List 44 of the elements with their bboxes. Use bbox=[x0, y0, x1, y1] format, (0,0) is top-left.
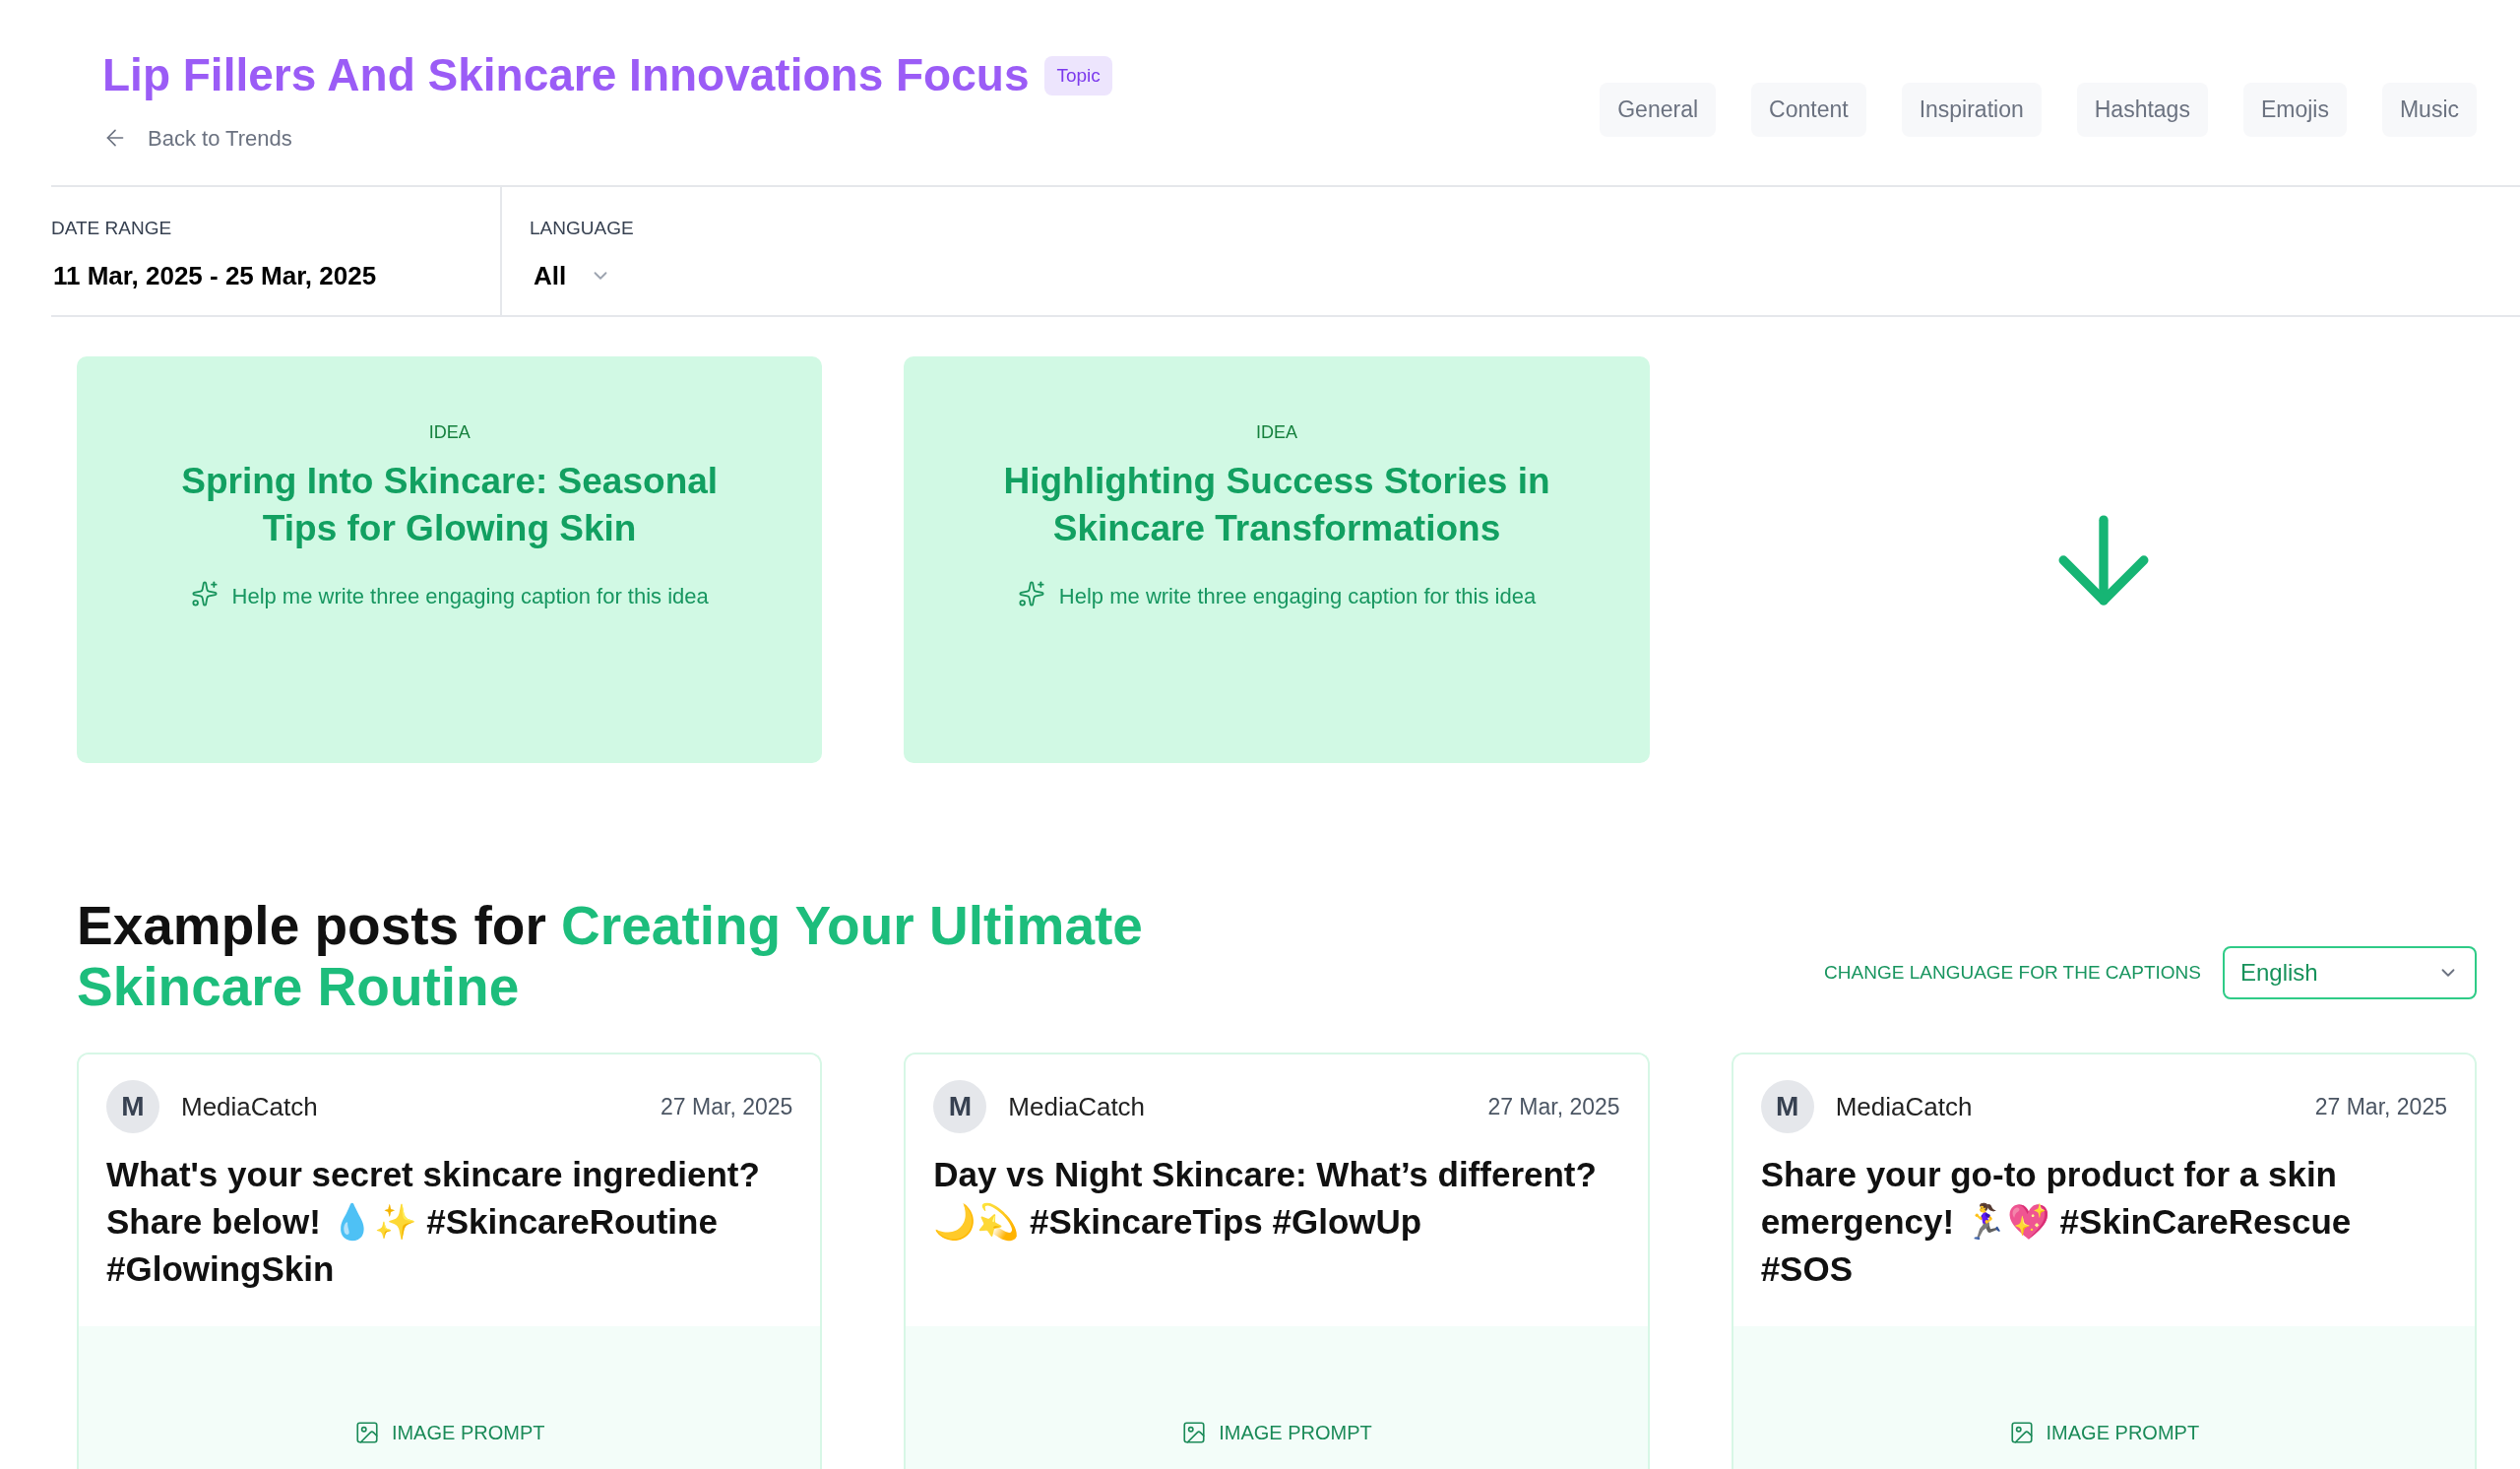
tab[interactable]: Music bbox=[2381, 83, 2477, 137]
sparkles-icon bbox=[190, 580, 219, 607]
language-dropdown[interactable]: All bbox=[530, 256, 634, 295]
section-heading: Example posts for Creating Your Ultimate Skincare Routine bbox=[77, 895, 1144, 1017]
tab[interactable]: General bbox=[1600, 83, 1717, 137]
filter-label: DATE RANGE bbox=[51, 217, 173, 240]
image-prompt-button[interactable]: IMAGE PROMPT bbox=[2008, 1418, 2200, 1447]
post-date: 27 Mar, 2025 bbox=[1487, 1092, 1620, 1121]
avatar: M bbox=[1760, 1080, 1814, 1133]
post-caption: Day vs Night Skincare: What’s different? 🌙💫 #SkincareTips #GlowUp bbox=[933, 1154, 1598, 1244]
author-name: MediaCatch bbox=[1008, 1090, 1146, 1123]
caption-prompt-link[interactable]: Help me write three engaging caption for this idea bbox=[1058, 580, 1537, 613]
image-icon bbox=[2008, 1420, 2035, 1445]
date-range-value: 11 Mar, 2025 - 25 Mar, 2025 bbox=[52, 259, 378, 292]
tab[interactable]: Inspiration bbox=[1901, 83, 2042, 137]
topic-badge: Topic bbox=[1044, 55, 1112, 96]
tab[interactable]: Emojis bbox=[2242, 83, 2347, 137]
back-link[interactable]: Back to Trends bbox=[102, 121, 1112, 155]
post-date: 27 Mar, 2025 bbox=[2314, 1092, 2447, 1121]
avatar: M bbox=[933, 1080, 987, 1133]
language-label: CHANGE LANGUAGE FOR THE CAPTIONS bbox=[1824, 960, 2201, 985]
tab[interactable]: Content bbox=[1751, 83, 1866, 137]
idea-tag: IDEA bbox=[1256, 419, 1297, 446]
idea-card[interactable]: IDEA Highlighting Success Stories in Skincare Transformations Help me write three engaging caption for this idea bbox=[904, 356, 1650, 763]
tab[interactable]: Hashtags bbox=[2076, 83, 2208, 137]
image-icon bbox=[1181, 1420, 1208, 1445]
caption-language-select[interactable]: English bbox=[2223, 946, 2477, 999]
post-date: 27 Mar, 2025 bbox=[661, 1092, 793, 1121]
avatar: M bbox=[106, 1080, 159, 1133]
post-caption: Share your go-to product for a skin emergency! 🏃‍♀💖 #SkinCareRescue #SOS bbox=[1760, 1154, 2353, 1290]
image-icon bbox=[353, 1420, 380, 1445]
author-name: MediaCatch bbox=[181, 1090, 318, 1123]
idea-title: Highlighting Success Stories in Skincare Transformations bbox=[1002, 460, 1551, 550]
idea-title: Spring Into Skincare: Seasonal Tips for Glowing Skin bbox=[180, 460, 720, 550]
post-caption: What's your secret skincare ingredient? Share below! 💧✨ #SkincareRoutine #GlowingSkin bbox=[106, 1154, 761, 1290]
sparkles-icon bbox=[1017, 580, 1045, 607]
idea-card[interactable]: IDEA Spring Into Skincare: Seasonal Tips for Glowing Skin Help me write three engaging caption for this idea bbox=[77, 356, 823, 763]
idea-tag: IDEA bbox=[428, 419, 471, 446]
image-prompt-button[interactable]: IMAGE PROMPT bbox=[353, 1418, 545, 1447]
author-name: MediaCatch bbox=[1835, 1090, 1973, 1123]
filter-label: LANGUAGE bbox=[530, 217, 634, 240]
page-title: Lip Fillers And Skincare Innovations Focus bbox=[102, 48, 1030, 102]
caption-prompt-link[interactable]: Help me write three engaging caption for this idea bbox=[231, 580, 709, 613]
image-prompt-button[interactable]: IMAGE PROMPT bbox=[1181, 1418, 1372, 1447]
